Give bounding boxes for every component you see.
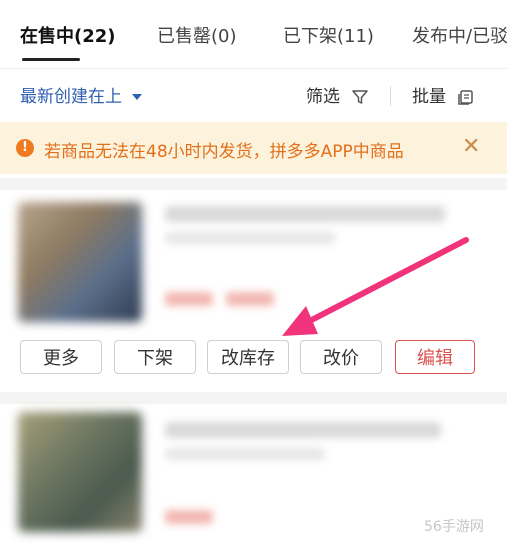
delist-button[interactable]: 下架 — [114, 340, 196, 374]
edit-button[interactable]: 编辑 — [395, 340, 475, 374]
product-meta-blurred — [165, 448, 325, 460]
toolbar-separator — [390, 86, 391, 106]
product-price-blurred — [226, 292, 274, 306]
tab-delisted[interactable]: 已下架(11) — [283, 22, 374, 48]
tab-on-sale[interactable]: 在售中(22) — [20, 22, 116, 48]
list-toolbar: 最新创建在上 筛选 批量 — [0, 70, 507, 114]
section-gap — [0, 392, 507, 404]
batch-label: 批量 — [412, 87, 446, 107]
shipping-notice-bar: ! 若商品无法在48小时内发货，拼多多APP中商品 ✕ — [0, 122, 507, 174]
product-title-blurred — [165, 422, 441, 438]
more-button[interactable]: 更多 — [20, 340, 102, 374]
filter-label: 筛选 — [306, 87, 340, 107]
product-meta-blurred — [165, 232, 335, 244]
product-price-blurred — [165, 510, 213, 524]
product-title-blurred — [165, 206, 445, 222]
active-tab-indicator — [22, 58, 80, 61]
section-gap — [0, 178, 507, 190]
caret-down-icon — [132, 94, 142, 100]
batch-button[interactable]: 批量 — [412, 82, 475, 107]
sort-dropdown[interactable]: 最新创建在上 — [20, 82, 142, 107]
filter-button[interactable]: 筛选 — [306, 82, 369, 107]
tab-sold-out[interactable]: 已售罄(0) — [157, 22, 237, 48]
batch-icon — [458, 90, 474, 105]
status-tabs: 在售中(22) 已售罄(0) 已下架(11) 发布中/已驳 — [0, 0, 507, 70]
product-thumbnail[interactable] — [18, 412, 142, 532]
warning-icon: ! — [16, 139, 34, 157]
divider — [0, 68, 507, 69]
close-icon[interactable]: ✕ — [462, 134, 480, 159]
tab-publishing[interactable]: 发布中/已驳 — [412, 22, 507, 48]
filter-icon — [352, 90, 369, 104]
product-price-blurred — [165, 292, 213, 306]
change-price-button[interactable]: 改价 — [300, 340, 382, 374]
sort-label: 最新创建在上 — [20, 87, 122, 107]
change-stock-button[interactable]: 改库存 — [207, 340, 289, 374]
product-thumbnail[interactable] — [18, 202, 142, 322]
watermark-text: 56手游网 — [424, 519, 484, 535]
notice-text: 若商品无法在48小时内发货，拼多多APP中商品 — [44, 142, 404, 162]
